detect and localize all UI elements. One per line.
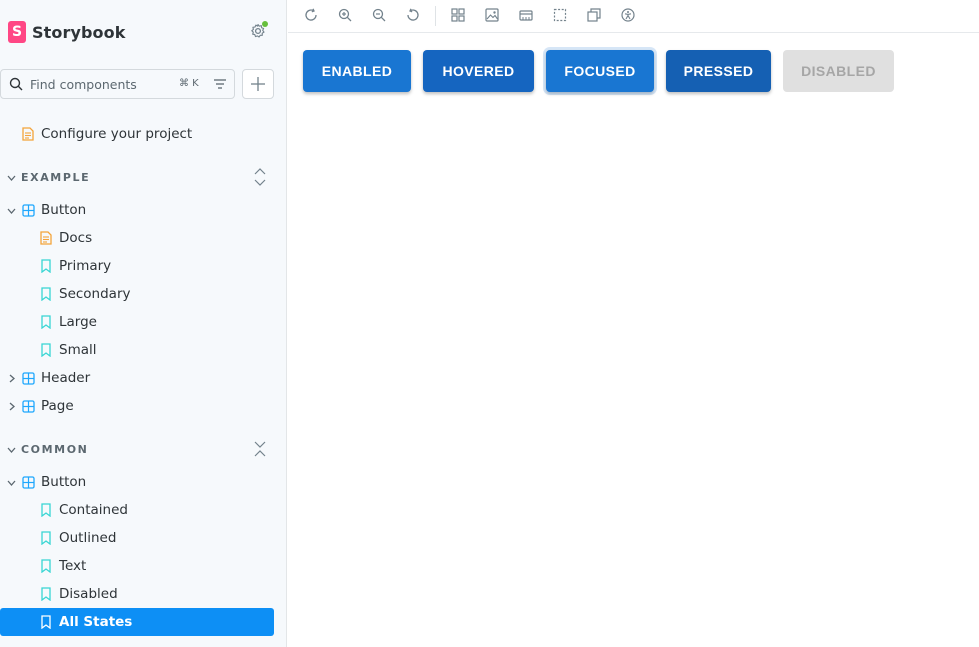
viewport-icon[interactable] xyxy=(518,7,534,23)
sidebar-item-header[interactable]: Header xyxy=(21,367,90,389)
search-input[interactable]: Find components ⌘ K xyxy=(0,69,235,99)
sidebar-item-primary[interactable]: Primary xyxy=(39,255,111,277)
sidebar-item-label: Contained xyxy=(59,502,128,518)
bookmark-icon xyxy=(39,615,53,629)
expand-all-icon[interactable] xyxy=(252,167,268,187)
sidebar-item-disabled[interactable]: Disabled xyxy=(39,583,118,605)
search-placeholder: Find components xyxy=(30,76,137,92)
sidebar-item-label: Small xyxy=(59,342,97,358)
sidebar-item-outlined[interactable]: Outlined xyxy=(39,527,116,549)
sidebar-item-label: Secondary xyxy=(59,286,131,302)
sidebar-item-label: All States xyxy=(59,614,133,630)
update-indicator-dot xyxy=(262,21,268,27)
section-example[interactable]: EXAMPLE xyxy=(21,171,90,184)
grid-icon[interactable] xyxy=(450,7,466,23)
sidebar-item-label: Button xyxy=(41,474,87,490)
sidebar-item-label: Page xyxy=(41,398,74,414)
zoom-out-icon[interactable] xyxy=(371,7,387,23)
chevron-down-icon[interactable] xyxy=(6,445,16,455)
search-shortcut: ⌘ K xyxy=(179,78,199,89)
search-icon xyxy=(9,77,23,91)
chevron-down-icon[interactable] xyxy=(6,173,16,183)
preview-toolbar xyxy=(288,0,979,33)
pressed-button[interactable]: PRESSED xyxy=(666,50,771,92)
sidebar-item-label: Disabled xyxy=(59,586,118,602)
sidebar-item-page[interactable]: Page xyxy=(21,395,74,417)
focused-button[interactable]: FOCUSED xyxy=(546,50,654,92)
sidebar-item-contained[interactable]: Contained xyxy=(39,499,128,521)
bookmark-icon xyxy=(39,503,53,517)
document-icon xyxy=(21,127,35,141)
sidebar-item-common-button[interactable]: Button xyxy=(21,471,86,493)
section-common[interactable]: COMMON xyxy=(21,443,88,456)
sidebar-item-label: Large xyxy=(59,314,97,330)
bookmark-icon xyxy=(39,531,53,545)
outline-icon[interactable] xyxy=(552,7,568,23)
zoom-in-icon[interactable] xyxy=(337,7,353,23)
configure-project-link[interactable]: Configure your project xyxy=(21,123,192,145)
bookmark-icon xyxy=(39,559,53,573)
sidebar-item-small[interactable]: Small xyxy=(39,339,97,361)
collapse-all-icon[interactable] xyxy=(252,439,268,459)
hovered-button[interactable]: HOVERED xyxy=(423,50,534,92)
bookmark-icon xyxy=(39,343,53,357)
enabled-button[interactable]: ENABLED xyxy=(303,50,411,92)
toolbar-divider xyxy=(435,6,436,26)
sidebar-item-label: Outlined xyxy=(59,530,117,546)
chevron-right-icon[interactable] xyxy=(7,401,17,411)
sidebar-item-label: Primary xyxy=(59,258,112,274)
document-icon xyxy=(39,231,53,245)
bookmark-icon xyxy=(39,259,53,273)
sidebar-item-label: Header xyxy=(41,370,91,386)
bookmark-icon xyxy=(39,587,53,601)
sidebar-item-label: Button xyxy=(41,202,87,218)
measure-icon[interactable] xyxy=(586,7,602,23)
sidebar-item-all-states[interactable]: All States xyxy=(39,611,132,633)
component-icon xyxy=(21,399,35,413)
settings-button[interactable] xyxy=(248,21,268,41)
background-icon[interactable] xyxy=(484,7,500,23)
sidebar-item-label: Text xyxy=(59,558,87,574)
chevron-down-icon[interactable] xyxy=(6,206,16,216)
filter-icon[interactable] xyxy=(213,77,227,91)
bookmark-icon xyxy=(39,287,53,301)
sidebar-item-label: Docs xyxy=(59,230,93,246)
storybook-logo-icon: S xyxy=(8,21,26,43)
zoom-reset-icon[interactable] xyxy=(405,7,421,23)
create-story-button[interactable] xyxy=(242,69,274,99)
sidebar-item-button[interactable]: Button xyxy=(21,199,86,221)
reload-icon[interactable] xyxy=(303,7,319,23)
component-icon xyxy=(21,475,35,489)
component-icon xyxy=(21,371,35,385)
brand[interactable]: S Storybook xyxy=(8,20,125,44)
chevron-down-icon[interactable] xyxy=(6,478,16,488)
accessibility-icon[interactable] xyxy=(620,7,636,23)
sidebar-item-secondary[interactable]: Secondary xyxy=(39,283,131,305)
disabled-button: DISABLED xyxy=(783,50,894,92)
plus-icon xyxy=(251,77,265,91)
chevron-right-icon[interactable] xyxy=(7,373,17,383)
component-icon xyxy=(21,203,35,217)
configure-project-label: Configure your project xyxy=(41,126,193,142)
bookmark-icon xyxy=(39,315,53,329)
sidebar-item-docs[interactable]: Docs xyxy=(39,227,92,249)
sidebar: S Storybook Find components ⌘ K Configur… xyxy=(0,0,287,647)
brand-name: Storybook xyxy=(32,22,126,42)
sidebar-item-text[interactable]: Text xyxy=(39,555,86,577)
sidebar-item-large[interactable]: Large xyxy=(39,311,97,333)
